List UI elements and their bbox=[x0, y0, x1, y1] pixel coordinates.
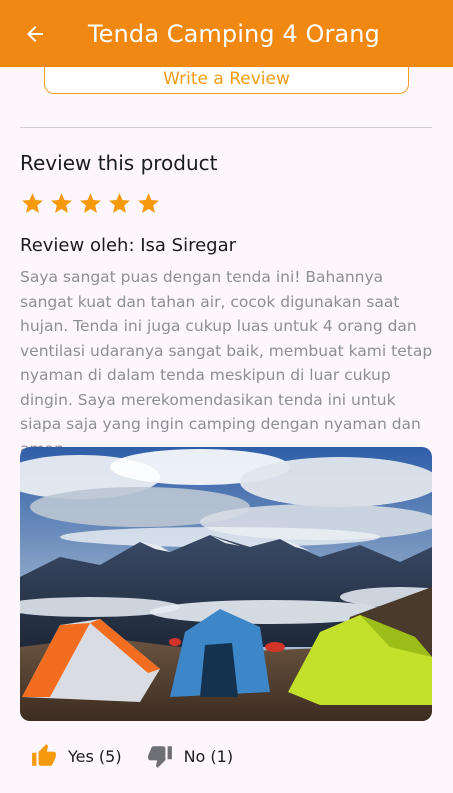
review-text: Saya sangat puas dengan tenda ini! Bahan… bbox=[20, 268, 433, 458]
star-icon[interactable] bbox=[20, 191, 45, 216]
review-content: Write a Review Review this product Revie… bbox=[0, 67, 453, 793]
thumbs-down-icon bbox=[147, 746, 172, 768]
camping-photo bbox=[20, 447, 432, 721]
helpful-yes-button[interactable]: Yes (5) bbox=[30, 743, 122, 769]
helpful-no-label: No (1) bbox=[183, 746, 234, 766]
write-review-button[interactable]: Write a Review bbox=[44, 67, 409, 94]
star-rating bbox=[20, 191, 161, 216]
helpful-feedback: Yes (5) No (1) bbox=[30, 743, 233, 769]
thumbs-up-icon bbox=[32, 744, 56, 766]
review-photo[interactable] bbox=[20, 447, 432, 721]
star-icon[interactable] bbox=[107, 191, 132, 216]
back-button[interactable] bbox=[0, 0, 70, 67]
star-icon[interactable] bbox=[49, 191, 74, 216]
page-title: Tenda Camping 4 Orang bbox=[88, 19, 380, 48]
helpful-yes-label: Yes (5) bbox=[68, 746, 122, 766]
star-icon[interactable] bbox=[136, 191, 161, 216]
app-bar: Tenda Camping 4 Orang bbox=[0, 0, 453, 67]
section-title: Review this product bbox=[20, 151, 218, 175]
arrow-left-icon bbox=[27, 25, 43, 42]
star-icon[interactable] bbox=[78, 191, 103, 216]
divider bbox=[20, 127, 432, 128]
reviewer-name: Review oleh: Isa Siregar bbox=[20, 235, 237, 256]
helpful-no-button[interactable]: No (1) bbox=[146, 743, 234, 769]
